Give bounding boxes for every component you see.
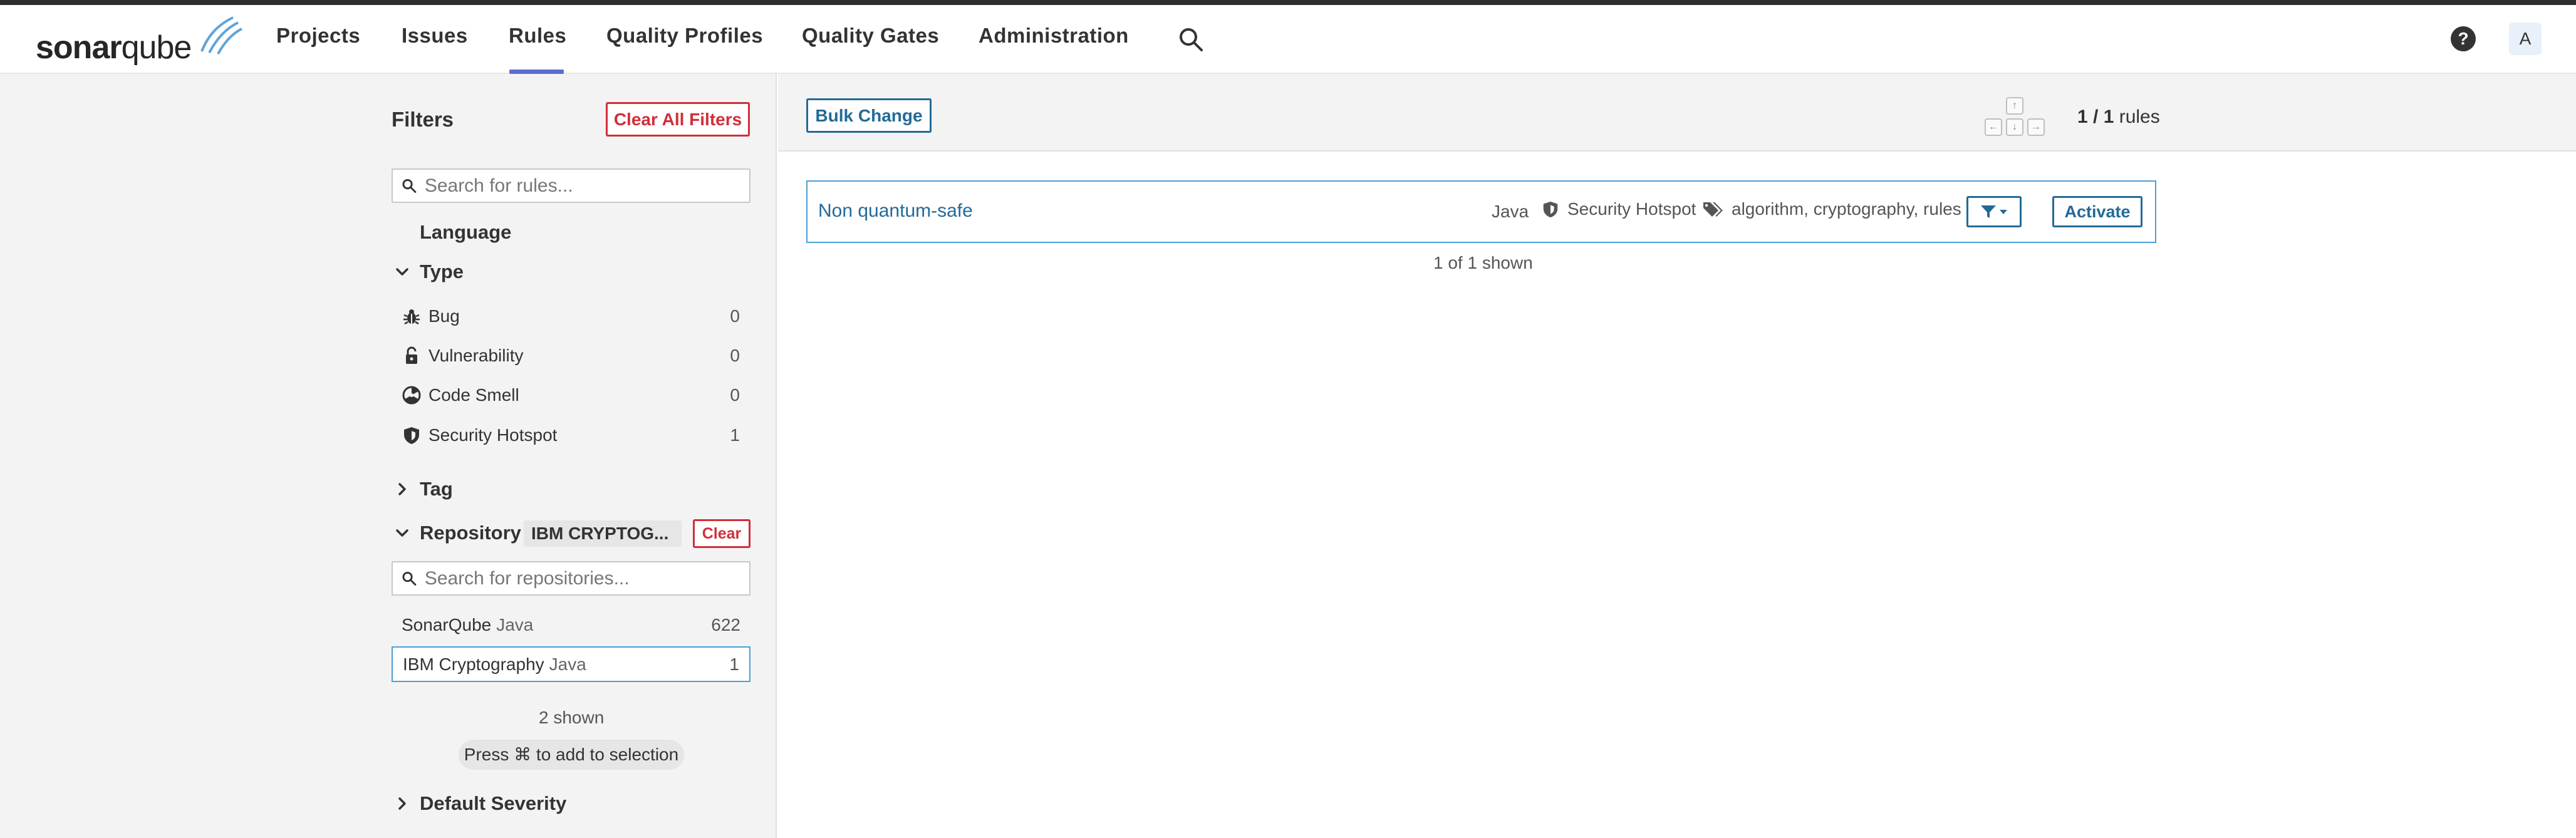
arrow-right-key: → [2027, 118, 2045, 136]
paging-unit: rules [2119, 106, 2160, 127]
repository-qualifier: Java [496, 614, 534, 634]
caret-down-icon [2000, 210, 2007, 214]
paging-counter: 1 / 1 rules [2077, 106, 2160, 128]
facet-default-severity-header[interactable]: Default Severity [393, 792, 566, 815]
filter-similar-button[interactable] [1966, 196, 2022, 227]
facet-default-severity-label: Default Severity [420, 792, 567, 814]
nav-quality-gates[interactable]: Quality Gates [802, 24, 939, 48]
avatar[interactable]: A [2509, 23, 2542, 55]
facet-tag-header[interactable]: Tag [393, 478, 453, 500]
nav-projects[interactable]: Projects [276, 24, 360, 48]
arrow-left-key: ← [1985, 118, 2002, 136]
rule-tags[interactable]: algorithm, cryptography, rules [1701, 199, 1961, 219]
logo-arc-icon [200, 16, 242, 54]
global-search-button[interactable] [1178, 26, 1204, 56]
facet-type-label: Type [420, 261, 464, 282]
rules-search-box [392, 168, 750, 203]
repository-option-sonarqube[interactable]: SonarQube Java 622 [392, 607, 750, 643]
top-strip [0, 0, 2576, 5]
sonarqube-logo[interactable]: sonarqube [36, 14, 242, 66]
clear-repository-button[interactable]: Clear [693, 519, 750, 548]
nav-quality-profiles[interactable]: Quality Profiles [606, 24, 763, 48]
nav-rules[interactable]: Rules [509, 24, 566, 48]
top-navbar: sonarqube Projects Issues Rules Quality … [0, 5, 2576, 74]
bulk-change-button[interactable]: Bulk Change [806, 98, 932, 133]
type-filter-bug[interactable]: Bug 0 [401, 301, 742, 332]
nav-administration[interactable]: Administration [979, 24, 1129, 48]
repository-name: IBM Cryptography [403, 654, 544, 674]
repository-option-ibm-cryptography[interactable]: IBM Cryptography Java 1 [392, 646, 750, 682]
arrow-down-key: ↓ [2006, 118, 2023, 136]
code-smell-icon [401, 385, 422, 406]
type-label: Bug [428, 306, 460, 326]
arrow-up-key: ↑ [2006, 97, 2023, 115]
type-label: Vulnerability [428, 346, 524, 365]
nav-active-indicator [509, 70, 564, 74]
type-filter-code-smell[interactable]: Code Smell 0 [401, 380, 742, 411]
type-filter-vulnerability[interactable]: Vulnerability 0 [401, 340, 742, 371]
facet-type-header[interactable]: Type [393, 261, 464, 283]
rules-toolbar [778, 74, 2576, 152]
rules-search-input[interactable] [417, 175, 749, 197]
type-count: 1 [730, 425, 740, 445]
paging-current: 1 / 1 [2077, 106, 2114, 127]
rule-type: Security Hotspot [1541, 199, 1696, 219]
multi-select-hint: Press ⌘ to add to selection [459, 740, 684, 770]
keyboard-navigation-hint: ↑ ← ↓ → [1985, 97, 2045, 140]
chevron-down-icon [396, 268, 408, 276]
repository-name: SonarQube [402, 614, 492, 634]
rules-shown-count: 1 of 1 shown [1433, 253, 1533, 272]
logo-text-bold: sonar [36, 29, 122, 66]
facet-tag-label: Tag [420, 478, 453, 500]
rule-title-link[interactable]: Non quantum-safe [818, 200, 973, 222]
type-filter-security-hotspot[interactable]: Security Hotspot 1 [401, 420, 742, 451]
chevron-down-icon [396, 529, 408, 537]
activate-rule-button[interactable]: Activate [2052, 196, 2142, 227]
lock-icon [401, 345, 422, 366]
facet-repository-header[interactable]: Repository [393, 522, 521, 544]
filter-icon [1981, 205, 1996, 218]
rule-language: Java [1492, 202, 1529, 221]
type-count: 0 [730, 306, 740, 326]
repository-count: 1 [729, 654, 739, 674]
chevron-right-icon [398, 483, 406, 495]
facet-language[interactable]: Language [420, 221, 511, 244]
repository-count: 622 [711, 614, 740, 634]
type-count: 0 [730, 385, 740, 405]
shield-icon [1543, 201, 1558, 218]
facet-repository-label: Repository [420, 522, 521, 544]
nav-issues[interactable]: Issues [402, 24, 468, 48]
type-label: Security Hotspot [428, 425, 558, 445]
tags-icon [1703, 202, 1723, 217]
type-count: 0 [730, 346, 740, 365]
search-icon [402, 178, 417, 193]
bug-icon [401, 306, 422, 327]
filters-title: Filters [392, 108, 454, 131]
repository-selected-badge: IBM CRYPTOG... [524, 520, 682, 547]
search-icon [402, 571, 417, 586]
repository-search-box [392, 561, 750, 596]
rule-type-label: Security Hotspot [1567, 199, 1696, 219]
repository-qualifier: Java [549, 654, 586, 674]
help-icon[interactable]: ? [2451, 26, 2476, 51]
rule-tags-label: algorithm, cryptography, rules [1732, 199, 1961, 219]
repository-shown-count: 2 shown [539, 708, 605, 727]
type-label: Code Smell [428, 385, 519, 405]
chevron-right-icon [398, 797, 406, 810]
search-icon [1180, 28, 1203, 51]
shield-icon [401, 425, 422, 446]
repository-search-input[interactable] [417, 567, 749, 589]
clear-all-filters-button[interactable]: Clear All Filters [606, 102, 750, 137]
